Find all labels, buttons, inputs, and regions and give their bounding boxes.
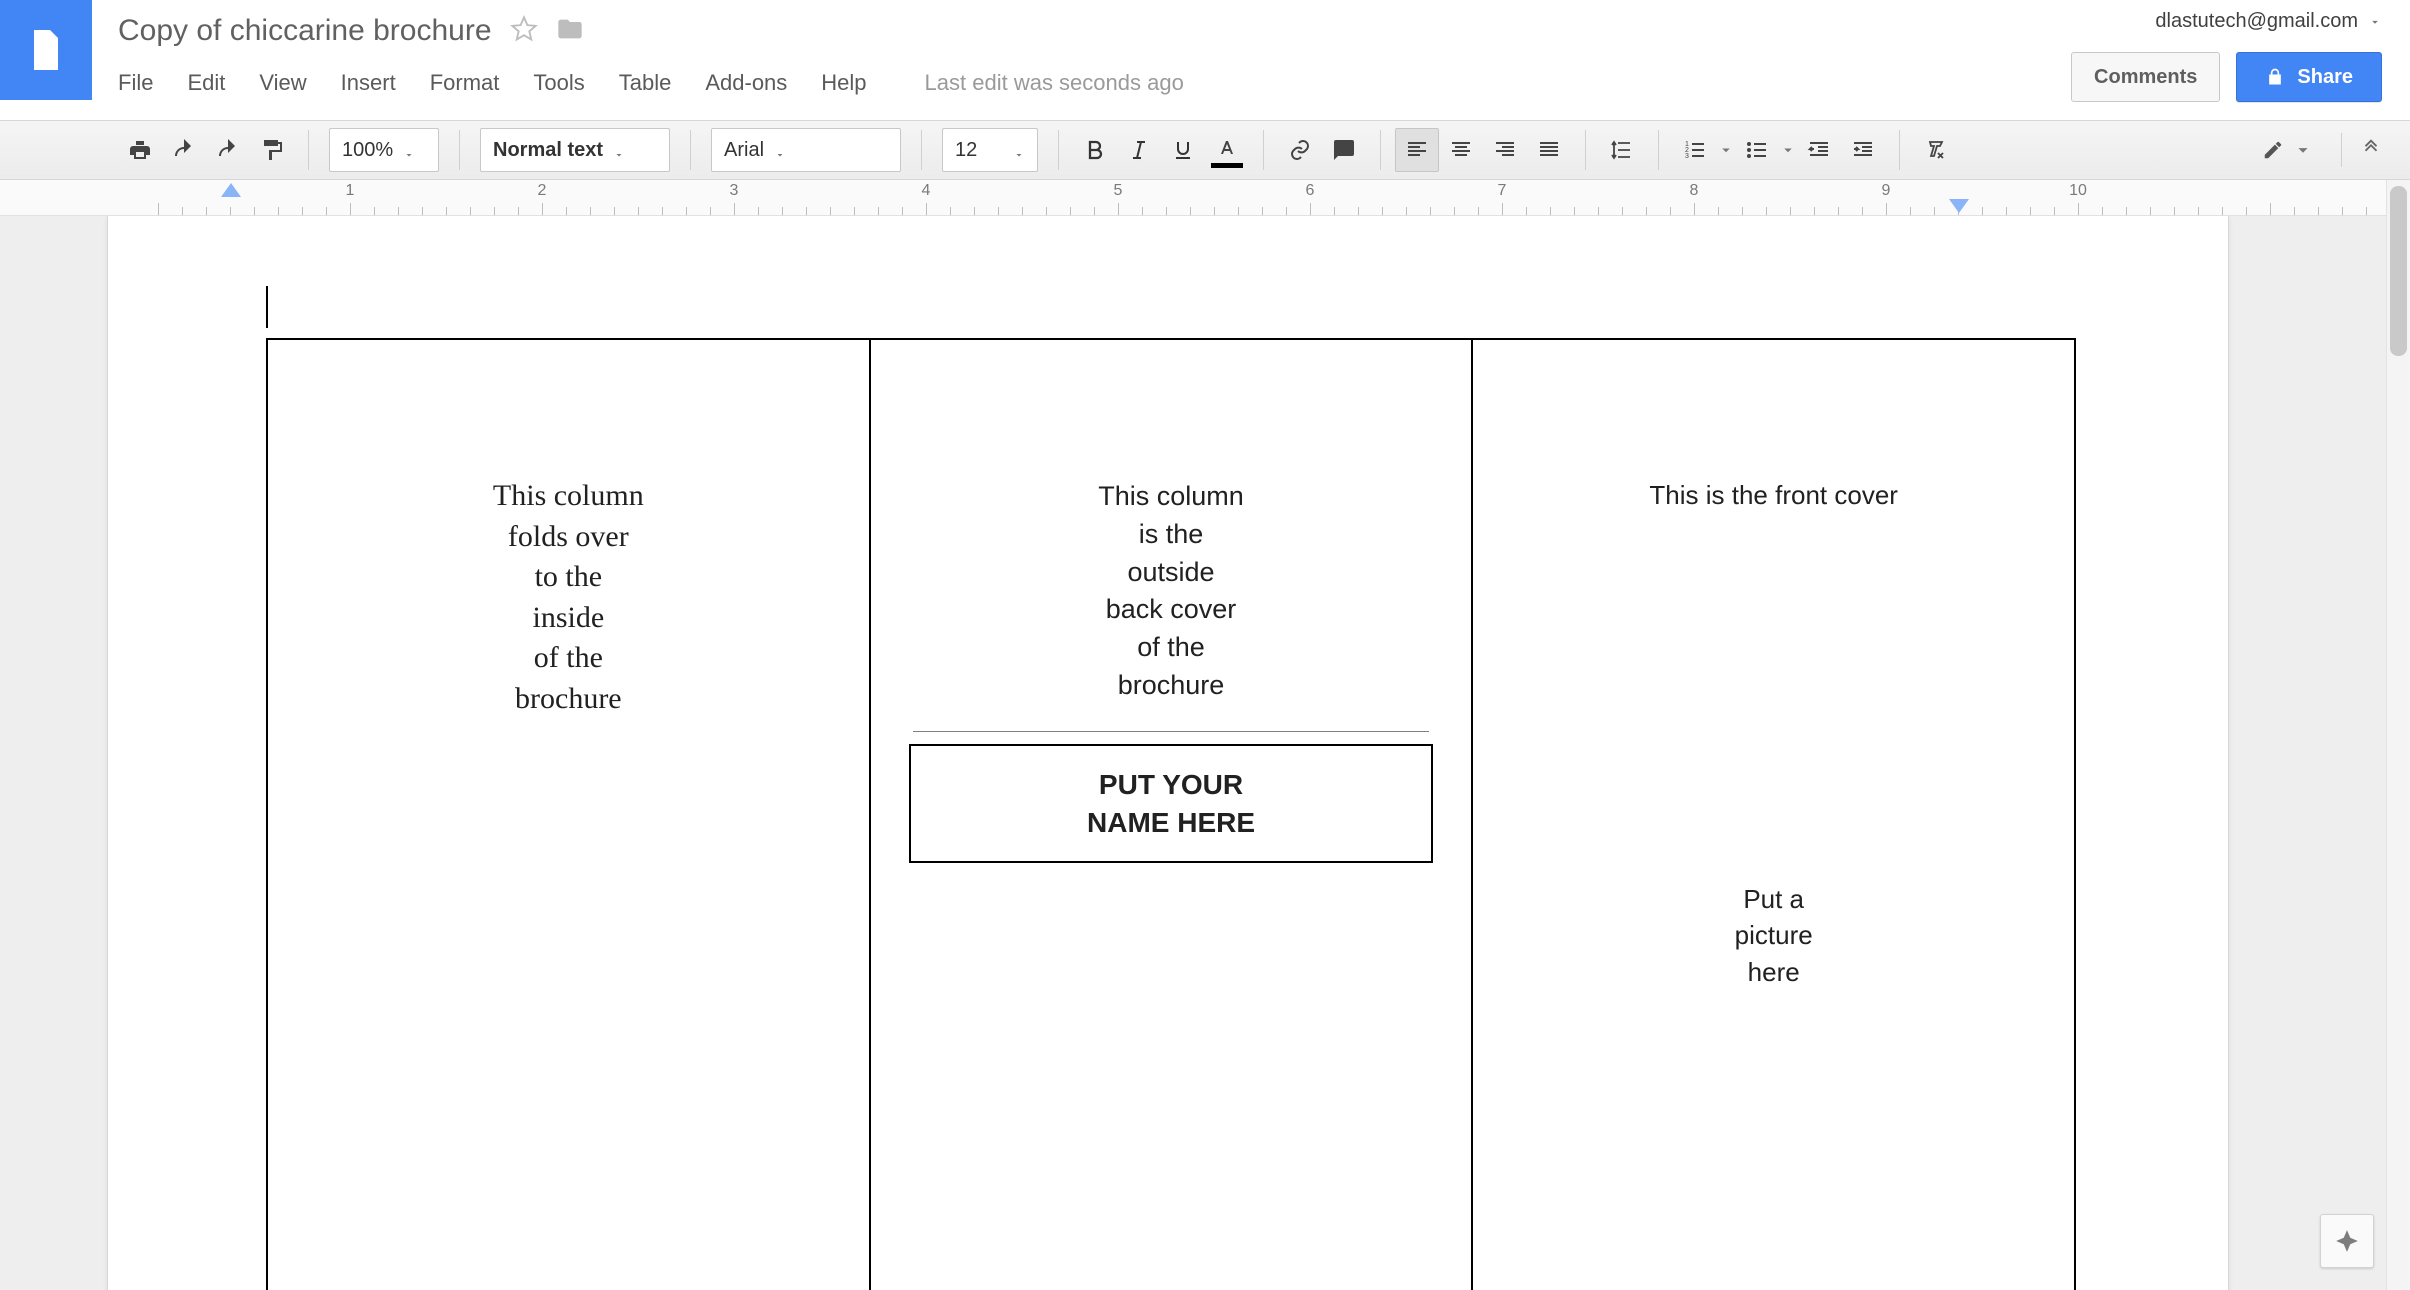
font-size-value: 12 xyxy=(955,139,977,162)
menu-format[interactable]: Format xyxy=(430,70,500,96)
comments-button[interactable]: Comments xyxy=(2071,52,2220,102)
zoom-value: 100% xyxy=(342,139,393,162)
redo-button[interactable] xyxy=(206,128,250,172)
brochure-col-2[interactable]: This columnis theoutsideback coverof the… xyxy=(871,340,1474,1290)
brochure-table[interactable]: This columnfolds overto theinsideof theb… xyxy=(266,338,2076,1290)
brochure-col-1[interactable]: This columnfolds overto theinsideof theb… xyxy=(268,340,871,1290)
doc-icon xyxy=(22,26,70,74)
line-spacing-button[interactable] xyxy=(1600,128,1644,172)
bold-button[interactable] xyxy=(1073,128,1117,172)
clear-formatting-button[interactable] xyxy=(1914,128,1958,172)
caret-down-icon[interactable] xyxy=(1717,138,1735,162)
menu-bar: File Edit View Insert Format Tools Table… xyxy=(118,70,1184,96)
ruler-number: 4 xyxy=(922,182,931,200)
paragraph-style-value: Normal text xyxy=(493,139,603,162)
font-family-select[interactable]: Arial xyxy=(711,128,901,172)
scrollbar-thumb[interactable] xyxy=(2390,186,2407,356)
share-button[interactable]: Share xyxy=(2236,52,2382,102)
explore-icon xyxy=(2334,1228,2360,1254)
caret-down-icon xyxy=(613,149,625,161)
collapse-toolbar-button[interactable] xyxy=(2360,137,2382,164)
right-indent-marker[interactable] xyxy=(1949,199,1969,213)
folder-icon[interactable] xyxy=(556,15,584,48)
document-page[interactable]: This columnfolds overto theinsideof theb… xyxy=(108,216,2228,1290)
divider xyxy=(913,731,1430,732)
caret-down-icon xyxy=(1013,149,1025,161)
ruler-number: 7 xyxy=(1498,182,1507,200)
numbered-list-button[interactable]: 123 xyxy=(1673,128,1717,172)
col3-heading[interactable]: This is the front cover xyxy=(1509,480,2038,511)
font-size-select[interactable]: 12 xyxy=(942,128,1038,172)
ruler-number: 6 xyxy=(1306,182,1315,200)
explore-button[interactable] xyxy=(2320,1214,2374,1268)
col2-text[interactable]: This columnis theoutsideback coverof the… xyxy=(986,478,1356,705)
text-color-button[interactable] xyxy=(1205,128,1249,172)
menu-view[interactable]: View xyxy=(259,70,306,96)
increase-indent-button[interactable] xyxy=(1841,128,1885,172)
font-family-value: Arial xyxy=(724,139,764,162)
menu-tools[interactable]: Tools xyxy=(533,70,584,96)
print-button[interactable] xyxy=(118,128,162,172)
decrease-indent-button[interactable] xyxy=(1797,128,1841,172)
star-icon[interactable] xyxy=(510,15,538,48)
name-box[interactable]: PUT YOURNAME HERE xyxy=(909,744,1434,864)
account-email: dlastutech@gmail.com xyxy=(2155,10,2358,33)
menu-insert[interactable]: Insert xyxy=(341,70,396,96)
paragraph-style-select[interactable]: Normal text xyxy=(480,128,670,172)
toolbar: 100% Normal text Arial 12 xyxy=(0,120,2410,180)
pencil-icon xyxy=(2262,139,2284,161)
horizontal-ruler[interactable]: 1 2 3 4 5 6 7 8 9 10 xyxy=(0,180,2386,216)
brochure-col-3[interactable]: This is the front cover Put apicturehere xyxy=(1473,340,2074,1290)
ruler-number: 9 xyxy=(1882,182,1891,200)
caret-down-icon xyxy=(2292,139,2314,161)
text-cursor xyxy=(266,286,268,328)
col1-text[interactable]: This columnfolds overto theinsideof theb… xyxy=(357,476,780,719)
menu-help[interactable]: Help xyxy=(821,70,866,96)
caret-down-icon[interactable] xyxy=(1779,138,1797,162)
paint-format-button[interactable] xyxy=(250,128,294,172)
vertical-scrollbar[interactable] xyxy=(2386,180,2410,1290)
italic-button[interactable] xyxy=(1117,128,1161,172)
account-switcher[interactable]: dlastutech@gmail.com xyxy=(2155,10,2382,33)
undo-button[interactable] xyxy=(162,128,206,172)
col3-picture-text[interactable]: Put apicturehere xyxy=(1509,881,2038,990)
align-justify-button[interactable] xyxy=(1527,128,1571,172)
editing-mode-button[interactable] xyxy=(2253,134,2323,166)
share-label: Share xyxy=(2297,66,2353,89)
bulleted-list-button[interactable] xyxy=(1735,128,1779,172)
caret-down-icon xyxy=(2368,15,2382,29)
svg-text:3: 3 xyxy=(1685,153,1689,160)
comments-label: Comments xyxy=(2094,66,2197,89)
document-title[interactable]: Copy of chiccarine brochure xyxy=(118,14,492,48)
caret-down-icon xyxy=(403,149,415,161)
ruler-number: 1 xyxy=(346,182,355,200)
caret-down-icon xyxy=(774,149,786,161)
ruler-number: 10 xyxy=(2069,182,2087,200)
left-indent-marker[interactable] xyxy=(221,183,241,197)
align-left-button[interactable] xyxy=(1395,128,1439,172)
ruler-number: 8 xyxy=(1690,182,1699,200)
document-viewport: This columnfolds overto theinsideof theb… xyxy=(0,216,2386,1290)
menu-table[interactable]: Table xyxy=(619,70,672,96)
underline-button[interactable] xyxy=(1161,128,1205,172)
lock-icon xyxy=(2265,67,2285,87)
menu-file[interactable]: File xyxy=(118,70,153,96)
align-center-button[interactable] xyxy=(1439,128,1483,172)
align-right-button[interactable] xyxy=(1483,128,1527,172)
add-comment-button[interactable] xyxy=(1322,128,1366,172)
header-bar: Copy of chiccarine brochure File Edit Vi… xyxy=(0,0,2410,120)
insert-link-button[interactable] xyxy=(1278,128,1322,172)
zoom-select[interactable]: 100% xyxy=(329,128,439,172)
menu-edit[interactable]: Edit xyxy=(187,70,225,96)
ruler-number: 2 xyxy=(538,182,547,200)
last-edit-label[interactable]: Last edit was seconds ago xyxy=(925,70,1184,96)
ruler-number: 3 xyxy=(730,182,739,200)
docs-app-icon[interactable] xyxy=(0,0,92,100)
menu-addons[interactable]: Add-ons xyxy=(705,70,787,96)
ruler-number: 5 xyxy=(1114,182,1123,200)
